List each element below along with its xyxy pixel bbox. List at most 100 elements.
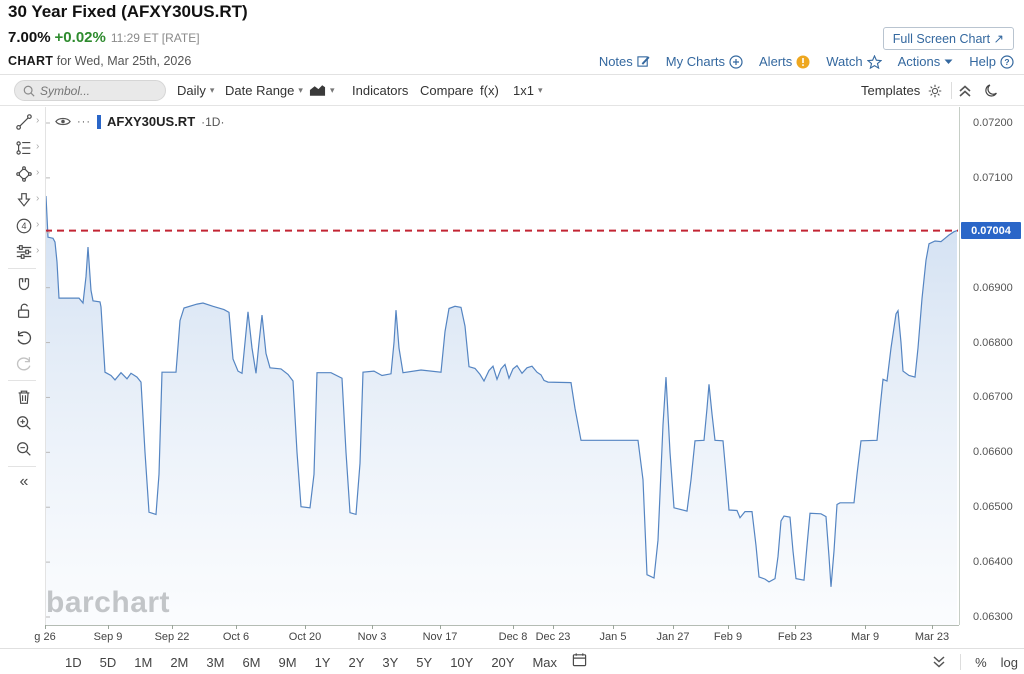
indicators-button[interactable]: Indicators	[352, 75, 408, 106]
annotation-lines-tool-button[interactable]	[13, 137, 35, 159]
templates-label: Templates	[861, 83, 920, 98]
date-range-dropdown[interactable]: Date Range▾	[225, 75, 303, 106]
double-chevron-down-icon[interactable]	[932, 655, 946, 669]
full-screen-chart-button[interactable]: Full Screen Chart ↗	[883, 27, 1014, 50]
annotation-lines-expand-arrow[interactable]: ›	[36, 141, 44, 152]
range-button-1y[interactable]: 1Y	[306, 653, 340, 672]
shapes-tool-button[interactable]	[13, 163, 35, 185]
x-axis-tick	[673, 625, 674, 629]
my-charts-link[interactable]: My Charts	[666, 54, 743, 69]
caret-down-icon	[944, 59, 953, 65]
templates-button[interactable]: Templates	[861, 75, 920, 106]
zoom-in-button[interactable]	[13, 412, 35, 434]
arrow-marker-expand-arrow[interactable]: ›	[36, 193, 44, 204]
y-axis-label: 0.06800	[973, 337, 1013, 349]
redo-icon	[15, 354, 33, 372]
moon-icon	[984, 83, 1000, 99]
chevron-down-icon: ▾	[330, 85, 335, 96]
legend-more-menu[interactable]: ···	[77, 116, 91, 128]
zoom-in-icon	[15, 414, 33, 432]
compare-label: Compare	[420, 83, 473, 98]
legend-symbol[interactable]: AFXY30US.RT	[107, 114, 195, 129]
range-button-max[interactable]: Max	[523, 653, 566, 672]
unlock-icon	[15, 302, 33, 320]
y-axis-label: 0.06900	[973, 282, 1013, 294]
dark-mode-toggle[interactable]	[984, 75, 1000, 106]
quote-price: 7.00%	[8, 29, 51, 46]
x-axis[interactable]: g 26Sep 9Sep 22Oct 6Oct 20Nov 3Nov 17Dec…	[0, 625, 1024, 649]
notes-label: Notes	[599, 54, 633, 69]
last-price-badge: 0.07004	[961, 222, 1021, 239]
magnet-mode-button[interactable]	[13, 274, 35, 296]
zoom-out-button[interactable]	[13, 438, 35, 460]
x-axis-tick	[305, 625, 306, 629]
redo-button[interactable]	[13, 352, 35, 374]
header-links: Notes My Charts Alerts Watch Actions Hel…	[599, 54, 1014, 69]
chart-word: CHART	[8, 54, 53, 68]
arrow-marker-tool-button[interactable]	[13, 189, 35, 211]
range-button-1d[interactable]: 1D	[56, 653, 91, 672]
chart-settings-button[interactable]	[927, 75, 943, 106]
trendline-expand-arrow[interactable]: ›	[36, 115, 44, 126]
actions-link[interactable]: Actions	[898, 54, 954, 69]
indicators-label: Indicators	[352, 83, 408, 98]
range-button-3m[interactable]: 3M	[197, 653, 233, 672]
range-button-10y[interactable]: 10Y	[441, 653, 482, 672]
range-button-2m[interactable]: 2M	[161, 653, 197, 672]
toolbar-divider	[951, 82, 952, 99]
trendline-icon	[15, 113, 33, 131]
alerts-link[interactable]: Alerts	[759, 54, 810, 69]
x-axis-tick	[795, 625, 796, 629]
frequency-dropdown[interactable]: Daily▾	[177, 75, 214, 106]
annotation-count-tool-button[interactable]: 4	[13, 215, 35, 237]
percent-scale-button[interactable]: %	[975, 655, 987, 670]
calendar-icon[interactable]	[572, 652, 587, 672]
range-button-9m[interactable]: 9M	[270, 653, 306, 672]
down-arrow-icon	[15, 191, 33, 209]
shapes-expand-arrow[interactable]: ›	[36, 167, 44, 178]
adjust-settings-expand-arrow[interactable]: ›	[36, 245, 44, 256]
trendline-tool-button[interactable]	[13, 111, 35, 133]
range-button-3y[interactable]: 3Y	[373, 653, 407, 672]
svg-text:?: ?	[1004, 57, 1009, 67]
y-axis-label: 0.07100	[973, 172, 1013, 184]
notes-link[interactable]: Notes	[599, 54, 650, 69]
watch-link[interactable]: Watch	[826, 54, 881, 69]
chart-type-dropdown[interactable]: ▾	[309, 75, 335, 106]
collapse-toolbar-button[interactable]	[958, 75, 972, 106]
svg-text:4: 4	[21, 221, 26, 231]
gear-icon	[927, 83, 943, 99]
adjust-settings-tool-button[interactable]	[13, 241, 35, 263]
grid-layout-dropdown[interactable]: 1x1▾	[513, 75, 543, 106]
legend-interval: ·1D·	[201, 115, 224, 129]
x-axis-label: Jan 5	[600, 631, 627, 643]
range-button-5d[interactable]: 5D	[91, 653, 126, 672]
log-scale-button[interactable]: log	[1001, 655, 1018, 670]
x-axis-tick	[172, 625, 173, 629]
compare-button[interactable]: Compare	[420, 75, 473, 106]
x-axis-label: Feb 9	[714, 631, 742, 643]
collapse-sidebar-button[interactable]: «	[13, 471, 35, 493]
area-chart-type-icon	[309, 84, 326, 97]
eye-visibility-icon[interactable]	[55, 116, 71, 127]
x-axis-tick	[553, 625, 554, 629]
symbol-input[interactable]	[40, 84, 150, 98]
fx-button[interactable]: f(x)	[480, 75, 499, 106]
range-button-2y[interactable]: 2Y	[339, 653, 373, 672]
range-button-1m[interactable]: 1M	[125, 653, 161, 672]
annotation-count-expand-arrow[interactable]: ›	[36, 219, 44, 230]
unlock-drawings-button[interactable]	[13, 300, 35, 322]
x-axis-label: Mar 9	[851, 631, 879, 643]
delete-drawings-button[interactable]	[13, 386, 35, 408]
help-question-icon: ?	[1000, 55, 1014, 69]
symbol-search[interactable]	[14, 80, 166, 101]
undo-button[interactable]	[13, 326, 35, 348]
y-axis[interactable]: 0.072000.071000.069000.068000.067000.066…	[959, 107, 1024, 625]
range-button-20y[interactable]: 20Y	[482, 653, 523, 672]
range-button-5y[interactable]: 5Y	[407, 653, 441, 672]
trash-icon	[15, 388, 33, 406]
price-chart-plot[interactable]	[45, 107, 959, 625]
help-link[interactable]: Help ?	[969, 54, 1014, 69]
range-button-6m[interactable]: 6M	[233, 653, 269, 672]
circle-plus-icon	[729, 55, 743, 69]
